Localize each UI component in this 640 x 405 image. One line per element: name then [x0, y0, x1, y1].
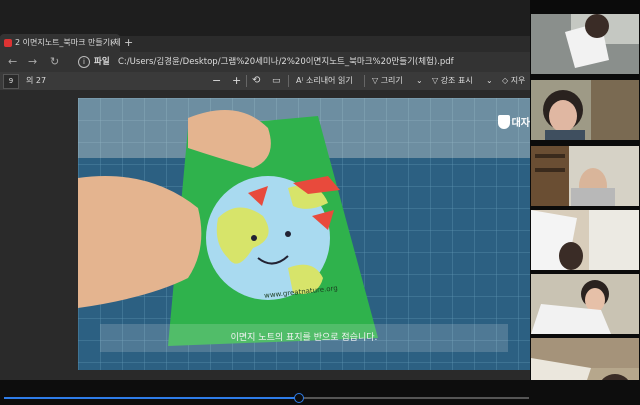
erase-button[interactable]: ◇ 지우 — [502, 72, 525, 90]
forward-icon[interactable]: → — [28, 52, 37, 72]
shield-icon — [497, 114, 510, 129]
video-subtitle: 이면지 노트의 표지를 반으로 접습니다. — [100, 324, 508, 352]
participant-gallery — [530, 0, 640, 405]
channel-logo: 대자 — [497, 114, 530, 129]
pdf-icon — [4, 38, 12, 47]
video-progress-handle[interactable] — [294, 393, 304, 403]
read-aloud-button[interactable]: A⁾ 소리내어 읽기 — [296, 72, 353, 90]
video-progress-fill — [4, 397, 298, 399]
participant-tile[interactable] — [531, 210, 639, 270]
draw-dropdown-icon[interactable]: ⌄ — [416, 72, 423, 90]
tab-pdf[interactable]: 2 이면지노트_북마크 만들기(체) × — [0, 34, 120, 52]
reload-icon[interactable]: ↻ — [50, 52, 59, 72]
video-progress-area — [0, 380, 640, 405]
browser-window: 2 이면지노트_북마크 만들기(체) × + ← → ↻ i 파일 C:/Use… — [0, 0, 530, 380]
fit-page-icon[interactable]: ▭ — [272, 72, 281, 90]
info-icon[interactable]: i — [78, 56, 90, 68]
toolbar-divider — [288, 75, 289, 87]
participant-tile[interactable] — [531, 14, 639, 74]
back-icon[interactable]: ← — [8, 52, 17, 72]
video-progress-track[interactable] — [4, 393, 529, 403]
pdf-page: www.greatnature.org 대자 이면지 노트의 표지를 반으로 접… — [78, 98, 530, 370]
pdf-viewer[interactable]: www.greatnature.org 대자 이면지 노트의 표지를 반으로 접… — [0, 90, 530, 380]
new-tab-button[interactable]: + — [124, 34, 133, 52]
toolbar-divider — [246, 75, 247, 87]
zoom-in-button[interactable]: + — [232, 72, 241, 90]
tab-title: 2 이면지노트_북마크 만들기(체) — [15, 38, 120, 47]
close-tab-icon[interactable]: × — [109, 34, 116, 52]
participant-tile[interactable] — [531, 80, 639, 140]
address-bar-row: ← → ↻ i 파일 C:/Users/김경윤/Desktop/그램%20세미나… — [0, 52, 530, 72]
page-total: 의 27 — [26, 76, 47, 85]
highlight-button[interactable]: ▽ 강조 표시 — [432, 72, 473, 90]
highlight-dropdown-icon[interactable]: ⌄ — [486, 72, 493, 90]
tab-strip — [0, 0, 530, 36]
participant-tile[interactable] — [531, 146, 639, 206]
rotate-icon[interactable]: ⟲ — [252, 72, 260, 90]
address-scheme: 파일 — [94, 57, 110, 67]
pdf-toolbar: 9 의 27 − + ⟲ ▭ A⁾ 소리내어 읽기 ▽ 그리기 ⌄ ▽ 강조 표… — [0, 72, 530, 90]
zoom-out-button[interactable]: − — [212, 72, 221, 90]
participant-tile[interactable] — [531, 274, 639, 334]
toolbar-divider — [364, 75, 365, 87]
page-number-input[interactable]: 9 — [3, 74, 19, 89]
draw-button[interactable]: ▽ 그리기 — [372, 72, 403, 90]
address-url[interactable]: C:/Users/김경윤/Desktop/그램%20세미나/2%20이면지노트_… — [118, 52, 454, 72]
